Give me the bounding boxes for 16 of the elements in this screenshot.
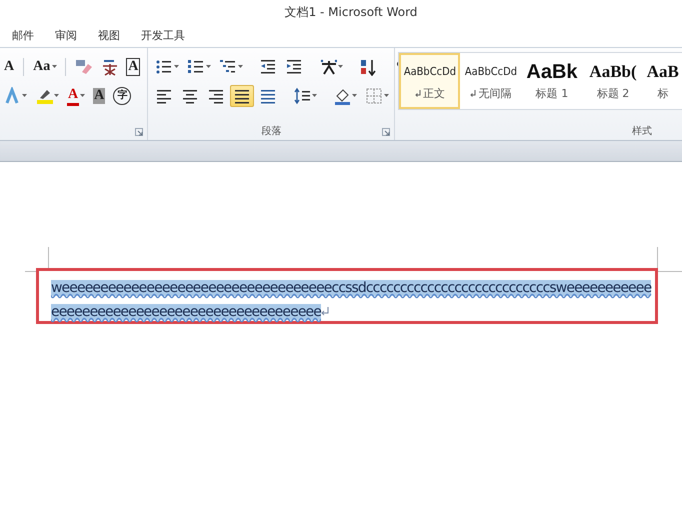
ribbon-tab[interactable]: 审阅 bbox=[45, 26, 87, 45]
window-title: 文档1 - Microsoft Word bbox=[284, 4, 418, 20]
style-gallery-item[interactable]: AaB 标 bbox=[644, 53, 682, 109]
font-color-button[interactable]: A bbox=[64, 85, 88, 107]
ribbon-tab[interactable]: 视图 bbox=[88, 26, 130, 45]
ribbon-tab[interactable]: 邮件 bbox=[2, 26, 44, 45]
style-gallery-item[interactable]: AaBb( 标题 2 bbox=[582, 53, 644, 109]
style-gallery-item[interactable]: AaBbCcDd 无间隔 bbox=[460, 53, 522, 109]
ribbon-tab[interactable]: 开发工具 bbox=[131, 26, 195, 45]
group-label: 段落 bbox=[260, 124, 282, 138]
change-case-button[interactable]: Aa bbox=[29, 56, 60, 78]
style-gallery-item[interactable]: AaBbCcDd 正文 bbox=[399, 53, 460, 109]
grow-font-button[interactable]: A bbox=[0, 56, 18, 78]
character-shading-button[interactable]: A bbox=[90, 85, 108, 107]
group-label: 样式 bbox=[631, 124, 653, 138]
style-gallery-item[interactable]: AaBk 标题 1 bbox=[521, 53, 583, 109]
